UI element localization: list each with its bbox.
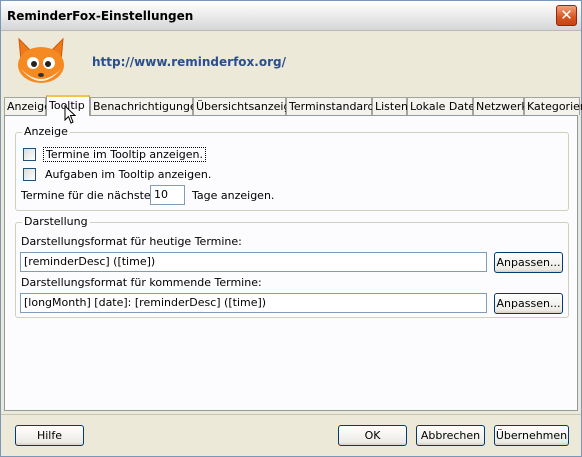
tab-kategorien[interactable]: Kategorien (524, 97, 582, 115)
homepage-link[interactable]: http://www.reminderfox.org/ (92, 55, 286, 69)
tab-uebersichtsanzeige[interactable]: Übersichtsanzeige (193, 97, 297, 115)
ok-button[interactable]: OK (338, 425, 407, 446)
darstellung-group-title: Darstellung (22, 215, 90, 228)
tab-netzwerk[interactable]: Netzwerk (473, 97, 528, 115)
close-button[interactable]: ✕ (556, 5, 577, 26)
upcoming-format-label: Darstellungsformat für kommende Termine: (21, 276, 262, 289)
today-format-input[interactable]: [reminderDesc] ([time]) (20, 252, 487, 272)
show-tasks-checkbox[interactable] (23, 168, 36, 181)
tab-anzeige[interactable]: Anzeige (4, 97, 51, 115)
footer-separator (1, 414, 581, 415)
reminderfox-logo-icon (18, 37, 64, 83)
show-tasks-option[interactable]: Aufgaben im Tooltip anzeigen. (23, 167, 211, 183)
days-suffix-label: Tage anzeigen. (192, 189, 275, 202)
show-events-option[interactable]: Termine im Tooltip anzeigen. (23, 147, 206, 163)
help-button[interactable]: Hilfe (15, 425, 84, 446)
tab-benachrichtigungen[interactable]: Benachrichtigungen (90, 97, 204, 115)
tab-listen[interactable]: Listen (372, 97, 408, 115)
tooltip-panel: Anzeige Termine im Tooltip anzeigen. Auf… (4, 115, 578, 411)
window-title: ReminderFox-Einstellungen (7, 9, 194, 23)
days-prefix-label: Termine für die nächsten (21, 189, 158, 202)
today-format-label: Darstellungsformat für heutige Termine: (21, 235, 242, 248)
title-bar[interactable]: ReminderFox-Einstellungen ✕ (1, 1, 581, 31)
apply-button[interactable]: Übernehmen (494, 425, 569, 446)
cancel-button[interactable]: Abbrechen (416, 425, 485, 446)
preferences-window: ReminderFox-Einstellungen ✕ http://www.r… (0, 0, 582, 457)
show-events-checkbox[interactable] (23, 148, 36, 161)
anzeige-group: Anzeige Termine im Tooltip anzeigen. Auf… (15, 125, 569, 211)
tab-terminstandards[interactable]: Terminstandards (286, 97, 380, 115)
upcoming-format-input[interactable]: [longMonth] [date]: [reminderDesc] ([tim… (20, 293, 487, 313)
show-events-label[interactable]: Termine im Tooltip anzeigen. (43, 147, 206, 162)
customize-upcoming-button[interactable]: Anpassen... (494, 293, 563, 314)
show-tasks-label[interactable]: Aufgaben im Tooltip anzeigen. (43, 168, 213, 181)
close-icon: ✕ (560, 6, 573, 24)
tab-lokale-datei[interactable]: Lokale Datei (407, 97, 478, 115)
darstellung-group: Darstellung Darstellungsformat für heuti… (15, 215, 569, 318)
anzeige-group-title: Anzeige (22, 125, 70, 138)
days-input[interactable]: 10 (150, 185, 185, 205)
mouse-pointer-icon (64, 105, 77, 124)
header-area: http://www.reminderfox.org/ (1, 32, 581, 95)
customize-today-button[interactable]: Anpassen... (494, 252, 563, 273)
tab-strip: Anzeige Tooltip Benachrichtigungen Übers… (4, 95, 582, 116)
